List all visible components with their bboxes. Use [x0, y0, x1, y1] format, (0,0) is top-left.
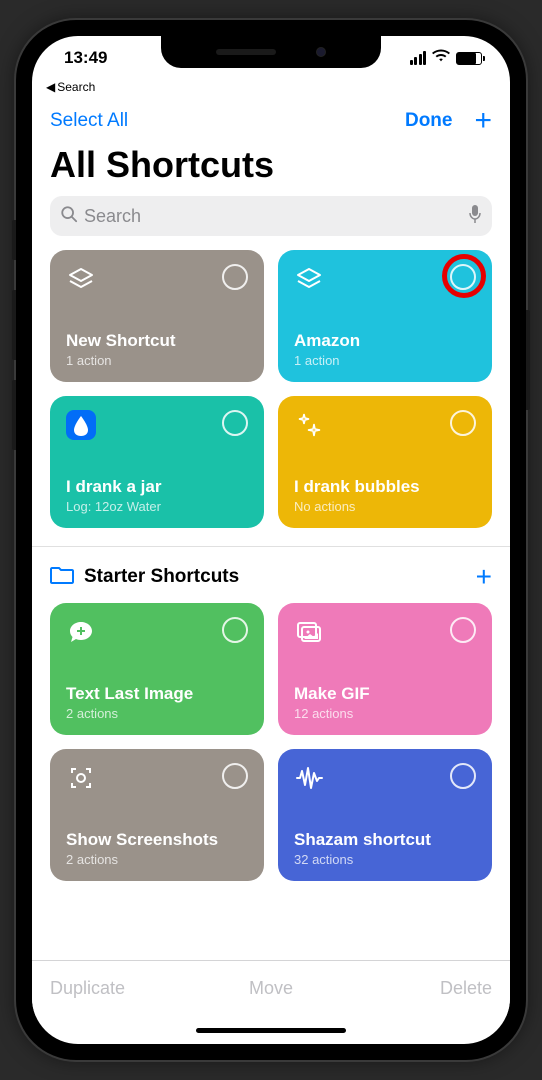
duplicate-button[interactable]: Duplicate — [50, 978, 197, 999]
delete-button[interactable]: Delete — [345, 978, 492, 999]
search-input[interactable] — [84, 206, 462, 227]
stack-icon — [294, 264, 324, 294]
back-to-search[interactable]: ◀ Search — [32, 80, 510, 98]
shortcut-tile[interactable]: I drank bubbles No actions — [278, 396, 492, 528]
phone-frame: 13:49 ◀ Search Select All Done + All Sho… — [16, 20, 526, 1060]
search-icon — [60, 205, 78, 228]
nav-bar: Select All Done + — [32, 98, 510, 142]
bottom-toolbar: Duplicate Move Delete — [32, 960, 510, 1016]
content-scroll[interactable]: New Shortcut 1 action Amazon 1 action I dran… — [32, 250, 510, 960]
mic-icon[interactable] — [468, 204, 482, 229]
chat-plus-icon — [66, 617, 96, 647]
tile-title: I drank a jar — [66, 477, 248, 497]
shortcut-tile[interactable]: Shazam shortcut 32 actions — [278, 749, 492, 881]
search-bar[interactable] — [50, 196, 492, 236]
tile-subtitle: 12 actions — [294, 706, 476, 721]
shortcut-tile[interactable]: Text Last Image 2 actions — [50, 603, 264, 735]
screenshot-icon — [66, 763, 96, 793]
drop-boxed-icon — [66, 410, 96, 440]
section-add-button[interactable]: + — [476, 563, 492, 591]
select-circle[interactable] — [450, 264, 476, 290]
tile-title: Amazon — [294, 331, 476, 351]
select-circle[interactable] — [222, 617, 248, 643]
notch — [161, 36, 381, 68]
section-divider — [32, 546, 510, 547]
battery-icon — [456, 52, 482, 65]
section-header: Starter Shortcuts + — [50, 559, 492, 603]
signal-icon — [410, 51, 427, 65]
tile-subtitle: Log: 12oz Water — [66, 499, 248, 514]
tile-subtitle: 1 action — [294, 353, 476, 368]
section-title: Starter Shortcuts — [84, 566, 239, 588]
tile-subtitle: 32 actions — [294, 852, 476, 867]
photos-icon — [294, 617, 324, 647]
tile-title: Show Screenshots — [66, 830, 248, 850]
add-shortcut-button[interactable]: + — [474, 106, 492, 136]
page-title: All Shortcuts — [32, 142, 510, 196]
tile-subtitle: 2 actions — [66, 706, 248, 721]
tile-title: Text Last Image — [66, 684, 248, 704]
wifi-icon — [432, 48, 450, 68]
select-all-button[interactable]: Select All — [50, 110, 128, 132]
shortcut-tile[interactable]: Make GIF 12 actions — [278, 603, 492, 735]
waveform-icon — [294, 763, 324, 793]
tile-title: Shazam shortcut — [294, 830, 476, 850]
tile-title: I drank bubbles — [294, 477, 476, 497]
stack-icon — [66, 264, 96, 294]
select-circle[interactable] — [450, 410, 476, 436]
shortcut-tile[interactable]: New Shortcut 1 action — [50, 250, 264, 382]
sparkle-icon — [294, 410, 324, 440]
folder-icon — [50, 565, 74, 590]
done-button[interactable]: Done — [405, 110, 453, 132]
screen: 13:49 ◀ Search Select All Done + All Sho… — [32, 36, 510, 1044]
select-circle[interactable] — [222, 410, 248, 436]
tile-title: New Shortcut — [66, 331, 248, 351]
tile-subtitle: 2 actions — [66, 852, 248, 867]
back-caret-icon: ◀ — [46, 80, 55, 94]
shortcut-tile[interactable]: I drank a jar Log: 12oz Water — [50, 396, 264, 528]
select-circle[interactable] — [222, 264, 248, 290]
tile-subtitle: No actions — [294, 499, 476, 514]
select-circle[interactable] — [450, 763, 476, 789]
select-circle[interactable] — [450, 617, 476, 643]
shortcut-tile[interactable]: Show Screenshots 2 actions — [50, 749, 264, 881]
shortcut-tile[interactable]: Amazon 1 action — [278, 250, 492, 382]
tile-subtitle: 1 action — [66, 353, 248, 368]
tile-title: Make GIF — [294, 684, 476, 704]
move-button[interactable]: Move — [197, 978, 344, 999]
home-indicator[interactable] — [32, 1016, 510, 1044]
select-circle[interactable] — [222, 763, 248, 789]
status-time: 13:49 — [64, 48, 107, 68]
